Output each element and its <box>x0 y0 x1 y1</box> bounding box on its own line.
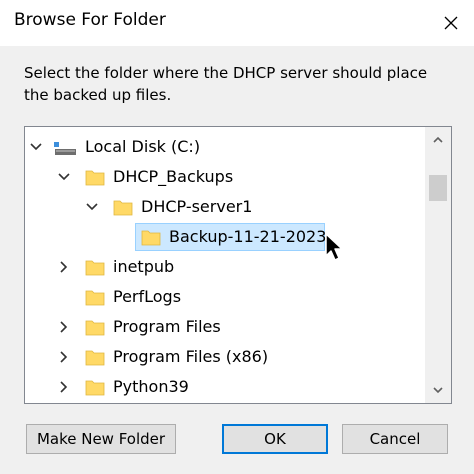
folder-icon <box>141 230 161 246</box>
folder-icon <box>85 290 105 306</box>
tree-item-label: DHCP-server1 <box>141 197 253 216</box>
tree-item-label: Local Disk (C:) <box>85 137 201 156</box>
tree-item-label: Backup-11-21-2023 <box>169 227 327 246</box>
tree-item-local-disk[interactable]: Local Disk (C:) <box>25 132 423 162</box>
folder-icon <box>85 350 105 366</box>
chevron-down-icon[interactable] <box>57 170 71 184</box>
mouse-pointer-icon <box>325 233 343 261</box>
close-icon <box>444 16 458 30</box>
drive-icon <box>54 142 76 155</box>
tree-item-program-files-x86[interactable]: Program Files (x86) <box>25 342 423 372</box>
instruction-text: Select the folder where the DHCP server … <box>24 64 428 104</box>
tree-item-backup-11-21-2023[interactable]: Backup-11-21-2023 <box>25 222 423 252</box>
tree-item-label: Python39 <box>113 377 189 396</box>
tree-item-label: inetpub <box>113 257 175 276</box>
tree-item-program-files[interactable]: Program Files <box>25 312 423 342</box>
close-button[interactable] <box>428 0 474 46</box>
folder-icon <box>85 170 105 186</box>
window-title: Browse For Folder <box>14 10 166 30</box>
chevron-down-icon[interactable] <box>85 200 99 214</box>
tree-item-label: PerfLogs <box>113 287 182 306</box>
tree-item-label: DHCP_Backups <box>113 167 234 186</box>
chevron-right-icon[interactable] <box>57 320 71 334</box>
scroll-down-button[interactable] <box>425 377 451 403</box>
tree-item-dhcp-backups[interactable]: DHCP_Backups <box>25 162 423 192</box>
folder-icon <box>85 260 105 276</box>
browse-for-folder-dialog: Browse For Folder Select the folder wher… <box>0 0 474 474</box>
chevron-down-icon[interactable] <box>29 140 43 154</box>
tree-item-perflogs[interactable]: PerfLogs <box>25 282 423 312</box>
chevron-right-icon[interactable] <box>57 350 71 364</box>
folder-icon <box>85 320 105 336</box>
tree-item-python39[interactable]: Python39 <box>25 372 423 402</box>
scroll-up-button[interactable] <box>425 127 451 153</box>
chevron-up-icon <box>433 136 443 143</box>
folder-icon <box>113 200 133 216</box>
folder-icon <box>85 380 105 396</box>
tree-item-label: Program Files (x86) <box>113 347 269 366</box>
vertical-scrollbar[interactable] <box>425 127 451 403</box>
chevron-down-icon <box>433 387 443 394</box>
scrollbar-thumb[interactable] <box>429 175 447 201</box>
cancel-button[interactable]: Cancel <box>342 424 448 454</box>
tree-item-label: Program Files <box>113 317 221 336</box>
folder-tree[interactable]: Local Disk (C:) DHCP_Backups DHCP-server… <box>24 126 452 404</box>
tree-item-dhcp-server1[interactable]: DHCP-server1 <box>25 192 423 222</box>
chevron-right-icon[interactable] <box>57 380 71 394</box>
ok-button[interactable]: OK <box>222 424 328 454</box>
title-bar: Browse For Folder <box>0 0 474 46</box>
tree-item-inetpub[interactable]: inetpub <box>25 252 423 282</box>
make-new-folder-button[interactable]: Make New Folder <box>26 424 176 454</box>
chevron-right-icon[interactable] <box>57 260 71 274</box>
